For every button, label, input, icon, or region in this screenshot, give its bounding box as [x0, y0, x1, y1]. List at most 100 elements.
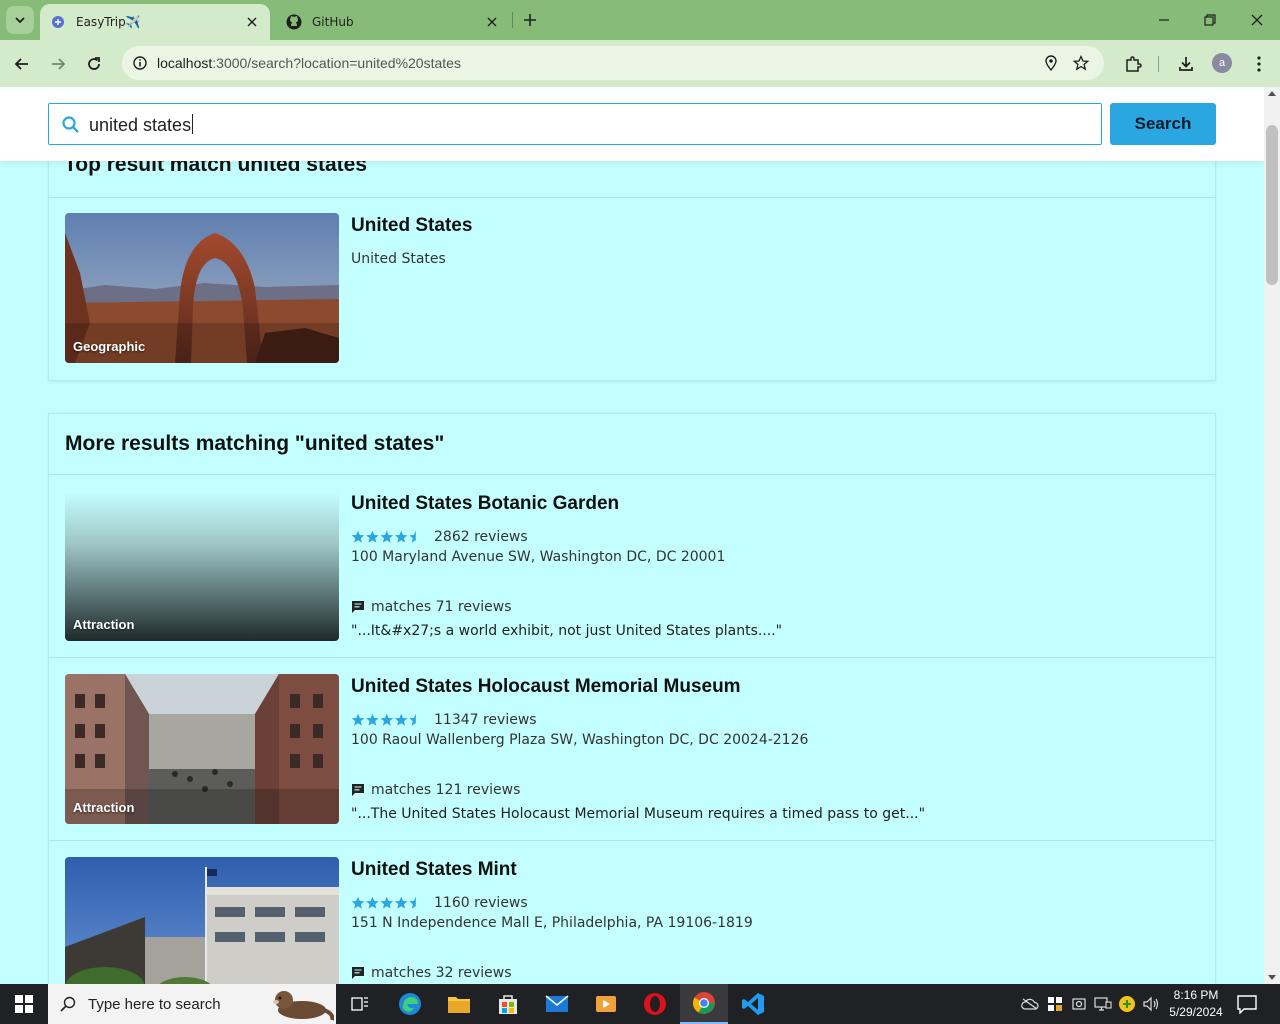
- result-address: 100 Raoul Wallenberg Plaza SW, Washingto…: [351, 732, 809, 748]
- edge-icon: [399, 993, 421, 1015]
- browser-menu-button[interactable]: [1245, 50, 1273, 78]
- store-taskbar-icon[interactable]: [484, 984, 532, 1024]
- easytrip-favicon-icon: [50, 14, 66, 30]
- reload-button[interactable]: [80, 50, 108, 78]
- result-thumbnail[interactable]: Attraction: [65, 491, 339, 641]
- star-icon: [351, 713, 365, 726]
- github-icon: [286, 14, 302, 30]
- us-mint-image: [65, 857, 339, 984]
- windows-logo-icon: [15, 995, 33, 1013]
- rating-row: 1160 reviews: [351, 895, 528, 911]
- star-icon: [366, 530, 379, 543]
- network-icon[interactable]: [1093, 994, 1113, 1014]
- volume-icon[interactable]: [1141, 994, 1161, 1014]
- tab-easytrip[interactable]: EasyTrip✈️: [40, 4, 270, 40]
- star-icon: [409, 530, 416, 543]
- extensions-button[interactable]: [1119, 50, 1147, 78]
- tab-separator: [512, 12, 513, 28]
- scroll-down-arrow-icon[interactable]: [1268, 975, 1276, 980]
- tab-github[interactable]: GitHub: [276, 4, 510, 40]
- site-info-icon[interactable]: [128, 51, 152, 75]
- result-title[interactable]: United States: [351, 215, 472, 237]
- result-title[interactable]: United States Mint: [351, 859, 517, 881]
- more-vertical-icon: [1257, 56, 1261, 72]
- search-button[interactable]: Search: [1110, 103, 1216, 145]
- meet-now-icon[interactable]: [1069, 994, 1089, 1014]
- vscode-icon: [742, 993, 764, 1015]
- close-icon: [1251, 14, 1263, 26]
- more-results-heading: More results matching "united states": [65, 432, 445, 455]
- start-button[interactable]: [0, 984, 48, 1024]
- address-bar[interactable]: localhost:3000/search?location=united%20…: [122, 46, 1104, 80]
- comment-icon: [352, 601, 364, 613]
- taskbar-search-box[interactable]: Type here to search: [48, 984, 336, 1024]
- comment-icon: [352, 784, 364, 796]
- edge-taskbar-icon[interactable]: [386, 984, 434, 1024]
- bookmark-star-icon[interactable]: [1070, 52, 1092, 74]
- star-icon: [351, 530, 365, 543]
- url-host: localhost: [157, 55, 213, 71]
- review-matches: matches 121 reviews: [351, 782, 520, 798]
- file-explorer-taskbar-icon[interactable]: [435, 984, 483, 1024]
- search-icon: [60, 996, 76, 1012]
- taskbar-search-placeholder: Type here to search: [88, 995, 221, 1013]
- rating-row: 11347 reviews: [351, 712, 537, 728]
- result-item[interactable]: United States Mint 1160 reviews 151 N In…: [65, 857, 1215, 984]
- result-thumbnail[interactable]: [65, 857, 339, 984]
- new-tab-button[interactable]: [518, 8, 542, 32]
- result-title[interactable]: United States Holocaust Memorial Museum: [351, 676, 741, 698]
- rating-stars-icon: [351, 530, 416, 543]
- result-title[interactable]: United States Botanic Garden: [351, 493, 619, 515]
- result-thumbnail[interactable]: Attraction: [65, 674, 339, 824]
- tab-title: GitHub: [312, 15, 354, 29]
- toolbar-divider: [1158, 56, 1159, 72]
- vscode-taskbar-icon[interactable]: [729, 984, 777, 1024]
- media-player-taskbar-icon[interactable]: [582, 984, 630, 1024]
- windows-taskbar: Type here to search 8:16 PM 5/29/2024: [0, 984, 1280, 1024]
- clock-date: 5/29/2024: [1169, 1005, 1223, 1019]
- search-icon: [62, 116, 79, 133]
- forward-button[interactable]: [44, 50, 72, 78]
- result-thumbnail[interactable]: Geographic: [65, 213, 339, 363]
- mail-icon: [545, 995, 569, 1012]
- minimize-button[interactable]: [1152, 8, 1176, 32]
- close-tab-icon[interactable]: [244, 14, 260, 30]
- downloads-button[interactable]: [1172, 50, 1200, 78]
- app-tray-icon[interactable]: [1117, 994, 1137, 1014]
- page-scrollbar[interactable]: [1264, 87, 1280, 984]
- profile-avatar[interactable]: a: [1212, 53, 1232, 73]
- onedrive-icon[interactable]: [1020, 994, 1040, 1014]
- forward-arrow-icon: [52, 58, 66, 70]
- top-result-item[interactable]: Geographic United States United States: [65, 213, 1215, 363]
- card-divider: [49, 840, 1215, 841]
- system-clock[interactable]: 8:16 PM 5/29/2024: [1164, 987, 1228, 1021]
- star-icon: [351, 896, 365, 909]
- browser-toolbar: localhost:3000/search?location=united%20…: [0, 40, 1280, 87]
- location-pin-icon[interactable]: [1040, 52, 1062, 74]
- url-text: localhost:3000/search?location=united%20…: [157, 55, 461, 71]
- back-button[interactable]: [8, 50, 36, 78]
- scroll-up-arrow-icon[interactable]: [1268, 91, 1276, 96]
- task-view-button[interactable]: [336, 984, 384, 1024]
- result-item[interactable]: Attraction United States Holocaust Memor…: [65, 674, 1215, 824]
- store-bag-icon: [499, 995, 517, 1014]
- media-player-icon: [596, 996, 616, 1012]
- result-subtitle: United States: [351, 251, 446, 267]
- review-count: 2862 reviews: [434, 529, 528, 545]
- location-search-input[interactable]: united states: [48, 103, 1102, 145]
- opera-taskbar-icon[interactable]: [631, 984, 679, 1024]
- tab-search-button[interactable]: [6, 6, 34, 34]
- scrollbar-thumb[interactable]: [1266, 125, 1278, 285]
- chrome-taskbar-icon[interactable]: [680, 984, 728, 1024]
- close-window-button[interactable]: [1245, 8, 1269, 32]
- close-tab-icon[interactable]: [484, 14, 500, 30]
- mail-taskbar-icon[interactable]: [533, 984, 581, 1024]
- result-item[interactable]: Attraction United States Botanic Garden …: [65, 491, 1215, 641]
- security-shield-icon[interactable]: [1045, 994, 1065, 1014]
- page-viewport: united states Search Geographic United S…: [0, 87, 1264, 984]
- notification-center-icon[interactable]: [1236, 994, 1258, 1014]
- star-icon: [394, 896, 408, 909]
- restore-button[interactable]: [1198, 8, 1222, 32]
- task-view-icon: [351, 997, 368, 1011]
- puzzle-icon: [1126, 56, 1142, 72]
